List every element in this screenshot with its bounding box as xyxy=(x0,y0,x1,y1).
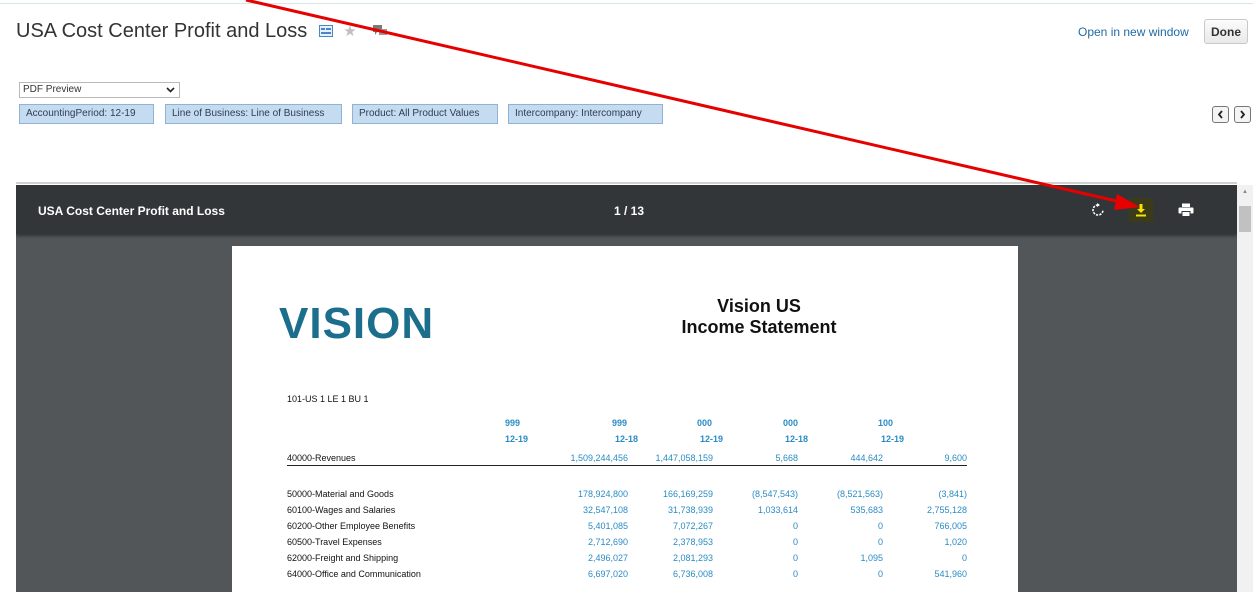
expense-cell: 5,401,085 xyxy=(587,521,628,531)
column-period: 12-19 xyxy=(699,434,723,444)
company-name: Vision US xyxy=(717,296,801,316)
download-icon[interactable] xyxy=(1129,198,1153,222)
page-title: USA Cost Center Profit and Loss xyxy=(16,19,308,42)
pdf-document-title: USA Cost Center Profit and Loss xyxy=(38,204,225,218)
pdf-page-counter: 1 / 13 xyxy=(614,204,645,218)
expense-cell: 7,072,267 xyxy=(672,521,713,531)
expense-cell: 178,924,800 xyxy=(577,489,628,499)
expense-cell: 6,697,020 xyxy=(587,569,628,579)
chevron-left-icon xyxy=(1217,106,1224,124)
next-button[interactable] xyxy=(1234,106,1251,123)
column-code: 999 xyxy=(611,418,627,428)
expense-row-label: 60100-Wages and Salaries xyxy=(287,505,396,515)
expense-cell: 541,960 xyxy=(934,569,967,579)
expense-cell: 1,020 xyxy=(944,537,967,547)
expense-row-label: 64000-Office and Communication xyxy=(287,569,421,579)
revenue-cell: 444,642 xyxy=(850,453,883,463)
comment-icon[interactable] xyxy=(372,25,388,37)
expense-row-label: 60200-Other Employee Benefits xyxy=(287,521,416,531)
revenue-cell: 1,447,058,159 xyxy=(655,453,713,463)
revenue-cell: 5,668 xyxy=(775,453,798,463)
vision-logo: VISION xyxy=(279,299,435,348)
expense-cell: 0 xyxy=(961,553,967,563)
output-format-value: PDF Preview xyxy=(23,84,82,95)
column-code: 999 xyxy=(505,418,521,428)
expense-cell: 2,755,128 xyxy=(926,505,967,515)
expense-row-label: 50000-Material and Goods xyxy=(287,489,394,499)
expense-cell: (8,521,563) xyxy=(836,489,883,499)
expense-cell: 2,378,953 xyxy=(672,537,713,547)
expense-cell: 0 xyxy=(877,569,883,579)
content-divider xyxy=(16,182,1237,184)
filter-chip-line-of-business[interactable]: Line of Business: Line of Business xyxy=(165,104,342,124)
expense-cell: 2,712,690 xyxy=(587,537,628,547)
column-period: 12-19 xyxy=(505,434,529,444)
expense-cell: 2,081,293 xyxy=(672,553,713,563)
expense-cell: 0 xyxy=(792,521,798,531)
print-icon[interactable] xyxy=(1174,198,1198,222)
expense-cell: 2,496,027 xyxy=(587,553,628,563)
report-icon[interactable] xyxy=(319,25,334,37)
expense-cell: 1,095 xyxy=(860,553,883,563)
done-button[interactable]: Done xyxy=(1204,19,1248,44)
expense-cell: 31,738,939 xyxy=(667,505,713,515)
rotate-icon[interactable] xyxy=(1086,198,1110,222)
pdf-toolbar: USA Cost Center Profit and Loss 1 / 13 xyxy=(16,185,1237,234)
revenue-label: 40000-Revenues xyxy=(287,453,356,463)
statement-title: Income Statement xyxy=(681,317,837,337)
pdf-scrollbar[interactable]: ▲ xyxy=(1237,185,1253,592)
previous-button[interactable] xyxy=(1212,106,1229,123)
revenue-cell: 9,600 xyxy=(944,453,967,463)
expense-cell: (8,547,543) xyxy=(751,489,798,499)
filter-chip-accounting-period[interactable]: AccountingPeriod: 12-19 xyxy=(19,104,154,124)
scroll-thumb[interactable] xyxy=(1239,206,1251,232)
expense-cell: 1,033,614 xyxy=(757,505,798,515)
top-border xyxy=(0,3,1253,4)
expense-cell: 0 xyxy=(792,553,798,563)
column-code: 100 xyxy=(877,418,893,428)
revenue-underline xyxy=(287,465,967,466)
output-format-select[interactable]: PDF Preview xyxy=(19,82,180,98)
scroll-up-icon[interactable]: ▲ xyxy=(1242,189,1248,195)
column-code: 000 xyxy=(696,418,712,428)
expense-row-label: 62000-Freight and Shipping xyxy=(287,553,399,563)
revenue-cell: 1,509,244,456 xyxy=(570,453,628,463)
expense-cell: 32,547,108 xyxy=(582,505,628,515)
expense-cell: 535,683 xyxy=(850,505,883,515)
column-code: 000 xyxy=(782,418,798,428)
open-in-new-window-link[interactable]: Open in new window xyxy=(1078,25,1189,39)
column-period: 12-18 xyxy=(784,434,808,444)
filter-chip-intercompany[interactable]: Intercompany: Intercompany xyxy=(508,104,663,124)
star-icon[interactable]: ★ xyxy=(343,22,356,40)
expense-cell: 0 xyxy=(792,569,798,579)
expense-cell: 0 xyxy=(877,521,883,531)
expense-cell: (3,841) xyxy=(938,489,967,499)
column-period: 12-18 xyxy=(614,434,638,444)
expense-cell: 166,169,259 xyxy=(662,489,713,499)
report-viewer-page: USA Cost Center Profit and Loss ★ Open i… xyxy=(0,0,1253,592)
chevron-right-icon xyxy=(1239,106,1246,124)
page-header: USA Cost Center Profit and Loss ★ xyxy=(16,17,388,45)
expense-row-label: 60500-Travel Expenses xyxy=(287,537,382,547)
filter-chip-product[interactable]: Product: All Product Values xyxy=(352,104,498,124)
entity-label: 101-US 1 LE 1 BU 1 xyxy=(287,394,369,404)
column-period: 12-19 xyxy=(880,434,904,444)
pdf-page: VISION Vision US Income Statement 101-US… xyxy=(232,246,1018,592)
expense-cell: 0 xyxy=(877,537,883,547)
expense-cell: 766,005 xyxy=(934,521,967,531)
chevron-down-icon xyxy=(166,83,175,98)
expense-cell: 6,736,008 xyxy=(672,569,713,579)
expense-cell: 0 xyxy=(792,537,798,547)
